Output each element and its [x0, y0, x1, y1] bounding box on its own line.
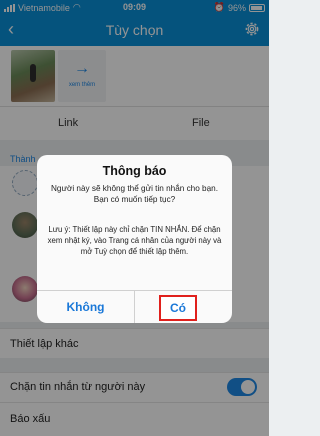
dialog-button-bar: Không Có — [37, 290, 232, 323]
dialog-title: Thông báo — [102, 164, 167, 178]
dialog-note: Lưu ý: Thiết lập này chỉ chặn TIN NHẮN. … — [47, 225, 222, 256]
confirm-button[interactable]: Có — [159, 295, 197, 321]
button-divider — [134, 291, 135, 323]
confirm-dialog: Thông báo Người này sẽ không thể gửi tin… — [37, 155, 232, 323]
dialog-message: Người này sẽ không thể gửi tin nhắn cho … — [51, 184, 218, 204]
cancel-button[interactable]: Không — [37, 291, 134, 323]
